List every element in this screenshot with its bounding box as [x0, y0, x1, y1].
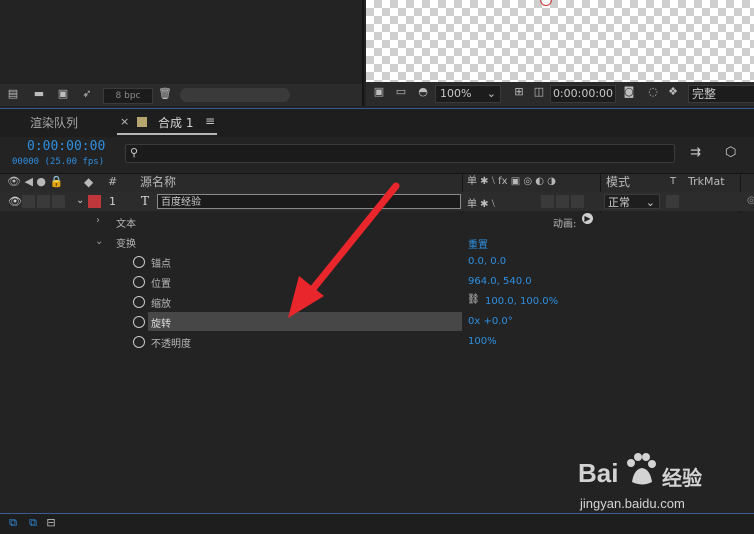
layer-search-input[interactable] — [125, 144, 675, 163]
zoom-select[interactable]: 100% ⌄ — [435, 85, 501, 103]
mask-icon[interactable]: ◓ — [416, 86, 430, 98]
position-value[interactable]: 964.0, 540.0 — [468, 276, 532, 287]
property-position: 位置 — [151, 279, 171, 290]
layer-switches-icons[interactable]: 单 ✱ ⧵ — [467, 195, 495, 210]
color-channel-icon[interactable]: ❖ — [666, 86, 680, 98]
stopwatch-icon[interactable] — [133, 276, 145, 288]
region-icon[interactable]: ◫ — [532, 86, 546, 98]
preserve-transparency-header: T — [670, 176, 677, 187]
layer-label-color[interactable] — [88, 195, 101, 208]
video-toggle-icon[interactable]: 👁 — [8, 195, 22, 208]
stopwatch-icon[interactable] — [133, 316, 145, 328]
blend-mode-value: 正常 — [608, 196, 630, 209]
text-group-label[interactable]: 文本 — [116, 215, 136, 230]
watermark-brand-bai: Bai — [578, 458, 619, 488]
panel-menu-icon[interactable]: ≡ — [205, 114, 215, 128]
flowchart-icon[interactable]: ➶ — [80, 88, 94, 100]
search-icon: ⚲ — [130, 146, 139, 159]
bit-depth-button[interactable]: 8 bpc — [103, 88, 153, 104]
current-time-display[interactable]: 0:00:00:00 — [27, 139, 105, 154]
new-comp-icon[interactable]: ▣ — [56, 88, 70, 100]
reset-transform-link[interactable]: 重置 — [468, 236, 488, 251]
audio-toggle[interactable] — [22, 195, 35, 208]
source-name-header[interactable]: 源名称 — [140, 175, 176, 189]
tab-render-queue[interactable]: 渲染队列 — [30, 114, 78, 131]
transfer-controls-toggle-icon[interactable]: ⧉ — [26, 517, 40, 529]
property-scale: 缩放 — [151, 299, 171, 310]
active-tab-indicator — [117, 133, 217, 135]
project-scrollbar[interactable] — [180, 88, 290, 102]
show-snapshot-icon[interactable]: ◌ — [646, 86, 660, 98]
timeline-tab-bar — [0, 108, 754, 137]
constrain-proportions-icon[interactable]: ⛓ — [467, 294, 480, 305]
stopwatch-icon[interactable] — [133, 256, 145, 268]
layer-number-header: # — [108, 175, 118, 188]
zoom-value: 100% — [440, 87, 472, 100]
baidu-jingyan-watermark: Bai 经验 jingyan.baidu.com — [578, 452, 718, 516]
grid-icon[interactable]: ⊞ — [512, 86, 526, 98]
track-matte-header: TrkMat — [688, 175, 725, 188]
switch-motion-blur[interactable] — [541, 195, 554, 208]
new-folder-icon[interactable]: ▬ — [32, 88, 46, 100]
layer-switches-toggle-icon[interactable]: ⧉ — [6, 517, 20, 529]
composition-viewer[interactable] — [366, 0, 754, 82]
layer-number: 1 — [109, 195, 116, 208]
expand-layer-icon[interactable]: ⌄ — [76, 195, 84, 206]
parent-pickwhip-icon[interactable]: ◎ — [747, 195, 754, 206]
animate-play-icon[interactable]: ▶ — [582, 213, 593, 224]
chevron-down-icon: ⌄ — [645, 196, 655, 209]
transform-group-label[interactable]: 变换 — [116, 235, 136, 250]
property-opacity: 不透明度 — [151, 339, 191, 350]
opacity-value[interactable]: 100% — [468, 336, 497, 347]
paw-logo-icon — [624, 452, 658, 488]
always-preview-icon[interactable]: ▣ — [372, 86, 386, 98]
solo-toggle[interactable] — [37, 195, 50, 208]
preserve-transparency-toggle[interactable] — [666, 195, 679, 208]
property-rotation: 旋转 — [151, 319, 171, 330]
resolution-value: 完整 — [692, 87, 717, 101]
label-header-icon: ◆ — [84, 175, 94, 189]
snapshot-icon[interactable]: ◙ — [622, 86, 636, 98]
av-features-header-icons: 👁 ◀ ● 🔒 — [7, 175, 64, 188]
collapse-transform-icon[interactable]: ⌄ — [95, 236, 103, 247]
switch-3d[interactable] — [571, 195, 584, 208]
interpret-footage-icon[interactable]: ▤ — [6, 88, 20, 100]
composition-flowchart-icon[interactable]: ⇉ — [690, 145, 701, 160]
scale-value[interactable]: 100.0, 100.0% — [485, 296, 558, 307]
anchor-point-value[interactable]: 0.0, 0.0 — [468, 256, 506, 267]
blend-mode-select[interactable]: 正常 ⌄ — [604, 194, 660, 209]
property-anchor-point: 锚点 — [151, 259, 171, 270]
switch-adjustment[interactable] — [556, 195, 569, 208]
expand-text-icon[interactable]: › — [96, 215, 100, 226]
tab-comp-1[interactable]: 合成 1 — [158, 114, 193, 131]
comp-color-swatch — [137, 117, 147, 127]
animate-label: 动画: — [553, 219, 577, 230]
switches-header: 单 ✱ ⧵ fx ▣ ◎ ◐ ◑ — [467, 176, 556, 187]
rotation-value[interactable]: 0x +0.0° — [468, 316, 513, 327]
watermark-url: jingyan.baidu.com — [580, 496, 685, 511]
rotation-row-highlight — [148, 312, 462, 331]
stopwatch-icon[interactable] — [133, 296, 145, 308]
trash-icon[interactable]: 🗑 — [158, 88, 172, 100]
in-out-toggle-icon[interactable]: ⊟ — [44, 517, 58, 529]
text-layer-icon: T — [141, 194, 150, 208]
mode-header: 模式 — [606, 175, 631, 189]
stopwatch-icon[interactable] — [133, 336, 145, 348]
viewer-timecode[interactable]: 0:00:00:00 — [550, 85, 616, 103]
3d-renderer-icon[interactable]: ⬡ — [725, 145, 736, 160]
lock-toggle[interactable] — [52, 195, 65, 208]
timeline-bottom-bar: ⧉ ⧉ ⊟ — [0, 513, 754, 534]
monitor-icon[interactable]: ▭ — [394, 86, 408, 98]
layer-name-field[interactable]: 百度经验 — [157, 194, 461, 209]
close-tab-icon[interactable]: × — [120, 115, 129, 128]
frame-count-display: 00000 (25.00 fps) — [12, 157, 105, 167]
watermark-brand-jingyan: 经验 — [662, 466, 702, 490]
chevron-down-icon: ⌄ — [486, 87, 496, 100]
resolution-select[interactable]: 完整 — [688, 85, 754, 103]
